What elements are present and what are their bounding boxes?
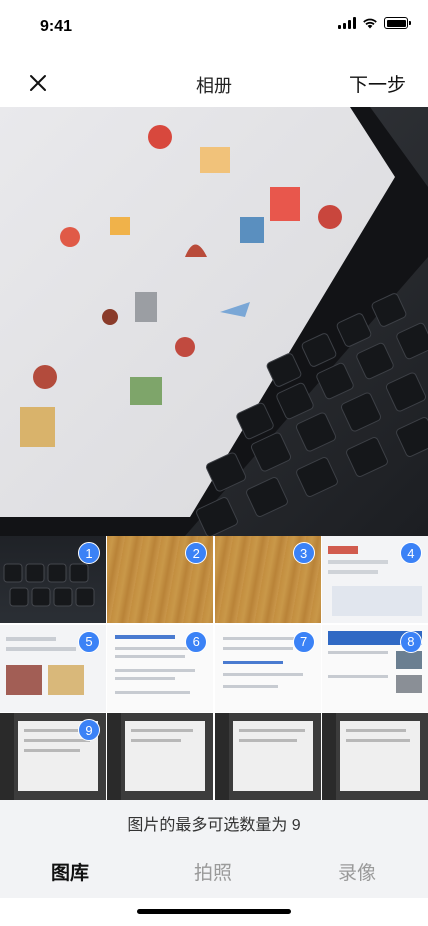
thumbnail-image bbox=[321, 713, 420, 800]
photo-thumbnail[interactable] bbox=[107, 713, 214, 800]
photo-thumbnail[interactable]: 4 bbox=[321, 536, 428, 623]
selection-badge: 2 bbox=[185, 542, 208, 564]
photo-thumbnail[interactable] bbox=[321, 713, 428, 800]
tab-library[interactable]: 图库 bbox=[51, 858, 89, 885]
photo-grid: 1 2 3 4 5 6 7 8 9 bbox=[0, 536, 428, 800]
wifi-icon bbox=[363, 18, 377, 29]
photo-preview[interactable] bbox=[0, 107, 428, 536]
photo-thumbnail[interactable]: 8 bbox=[321, 624, 428, 712]
selection-badge: 3 bbox=[292, 542, 315, 564]
source-tabs: 图库 拍照 录像 bbox=[0, 846, 428, 898]
photo-thumbnail[interactable]: 7 bbox=[214, 624, 321, 712]
battery-icon bbox=[384, 17, 411, 29]
max-selection-hint: 图片的最多可选数量为 9 bbox=[0, 800, 428, 846]
status-bar: 9:41 bbox=[0, 0, 428, 54]
nav-bar: 相册 下一步 bbox=[0, 58, 428, 108]
tab-photo[interactable]: 拍照 bbox=[194, 858, 232, 885]
photo-thumbnail[interactable]: 9 bbox=[0, 713, 106, 800]
tab-video[interactable]: 录像 bbox=[338, 858, 376, 885]
selection-badge: 7 bbox=[292, 630, 315, 653]
status-icons bbox=[338, 17, 411, 29]
photo-thumbnail[interactable]: 3 bbox=[214, 536, 321, 623]
photo-thumbnail[interactable]: 5 bbox=[0, 624, 106, 712]
photo-thumbnail[interactable]: 6 bbox=[107, 624, 214, 712]
cellular-signal-icon bbox=[338, 17, 356, 29]
status-time: 9:41 bbox=[40, 18, 73, 35]
selection-badge: 5 bbox=[78, 630, 100, 653]
photo-thumbnail[interactable] bbox=[214, 713, 321, 800]
selection-badge: 9 bbox=[78, 719, 100, 741]
selection-badge: 1 bbox=[78, 542, 100, 564]
selection-badge: 8 bbox=[399, 630, 422, 653]
photo-thumbnail[interactable]: 1 bbox=[0, 536, 106, 623]
preview-image bbox=[0, 107, 428, 536]
selection-badge: 6 bbox=[185, 630, 208, 653]
home-indicator bbox=[137, 909, 291, 914]
next-button[interactable]: 下一步 bbox=[349, 70, 406, 97]
thumbnail-image bbox=[107, 713, 206, 800]
selection-badge: 4 bbox=[399, 542, 422, 564]
thumbnail-image bbox=[214, 713, 313, 800]
photo-thumbnail[interactable]: 2 bbox=[107, 536, 214, 623]
